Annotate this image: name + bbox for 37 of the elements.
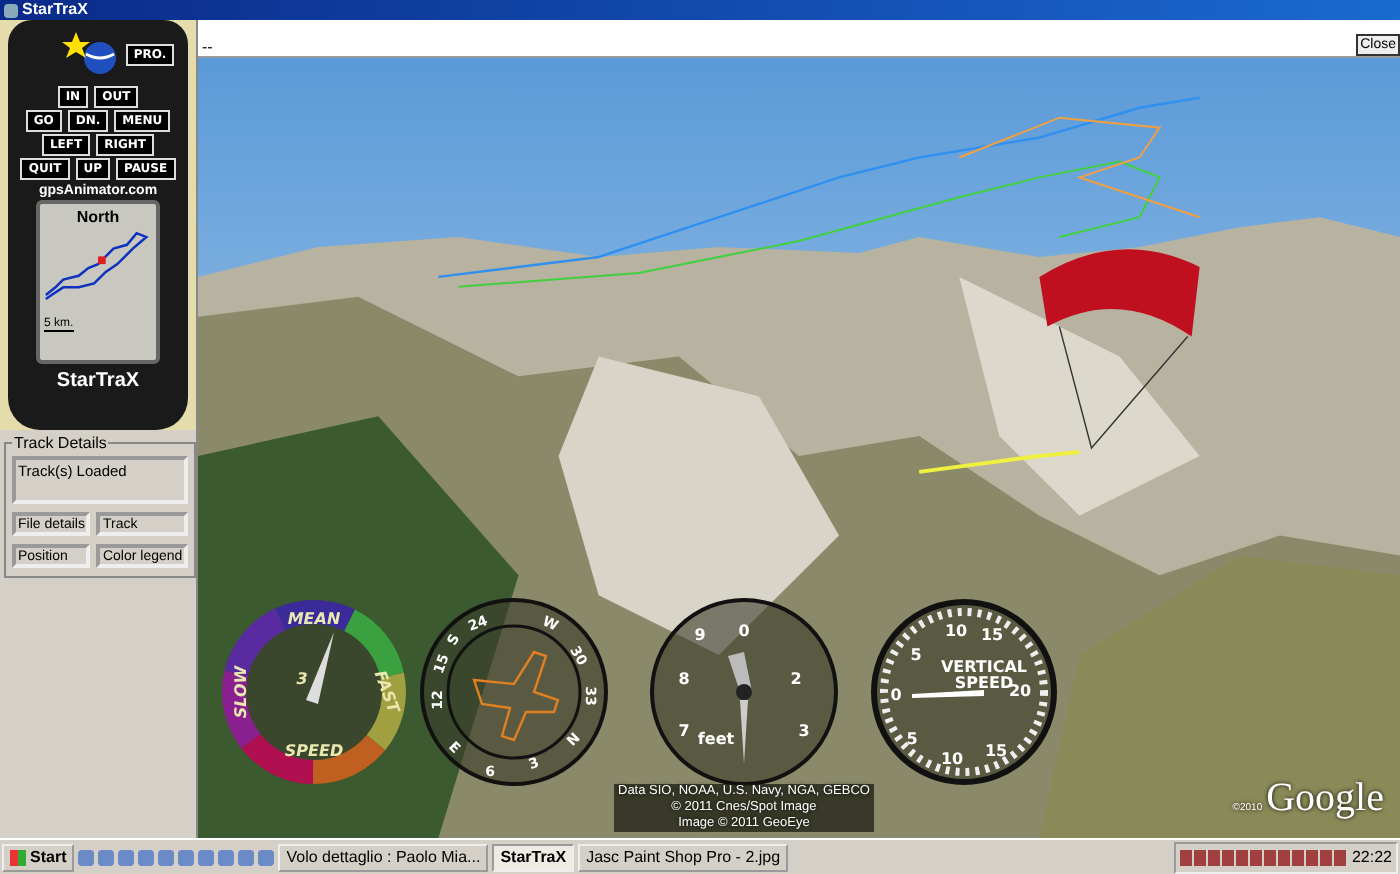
gauge-label: 0 (738, 622, 750, 641)
gauge-label: SLOW (232, 665, 251, 719)
gauge-label: 15 (980, 626, 1004, 645)
gauge-label: 10 (940, 750, 964, 769)
gauge-label: 10 (944, 622, 968, 641)
google-logo: Google (1266, 776, 1384, 822)
gauge-label: 15 (984, 742, 1008, 761)
gauge-label: 3 (798, 722, 810, 741)
taskbar-button[interactable]: Jasc Paint Shop Pro - 2.jpg (578, 843, 789, 871)
gauge-label: 5 (906, 730, 918, 749)
gauge-needle (912, 690, 984, 698)
start-button[interactable]: Start (2, 843, 75, 871)
map-heading: North (76, 208, 120, 226)
clock: 22:22 (1351, 848, 1392, 866)
gauge-label: 5 (910, 646, 922, 665)
toolbar-text: -- (200, 38, 213, 56)
device-name: StarTraX (56, 370, 140, 392)
gauge-label: 9 (694, 626, 706, 645)
gauge-label: SPEED (284, 742, 344, 761)
gauge-label: 0 (890, 686, 902, 705)
windows-flag-icon (10, 849, 26, 865)
gauge-label: 2 (790, 670, 802, 689)
panel-legend: Track Details (12, 434, 109, 452)
gauge-label: FAST (370, 668, 403, 716)
gauge-label: feet (697, 730, 735, 749)
star-globe-icon (61, 30, 122, 78)
window-title: StarTraX (22, 0, 88, 20)
gauge-label: 7 (678, 722, 690, 741)
gauge-label: VERTICAL (940, 658, 1028, 677)
gauge-label: 3 (296, 670, 308, 689)
taskbar-button[interactable]: StarTraX (492, 843, 575, 871)
gauge-label: 8 (678, 670, 690, 689)
taskbar-button[interactable]: Volo dettaglio : Paolo Mia... (278, 843, 489, 871)
app-icon (4, 3, 18, 17)
gauge-label: SPEED (954, 674, 1014, 693)
gauge-needle (306, 632, 334, 704)
gauge-label: MEAN (287, 610, 341, 629)
